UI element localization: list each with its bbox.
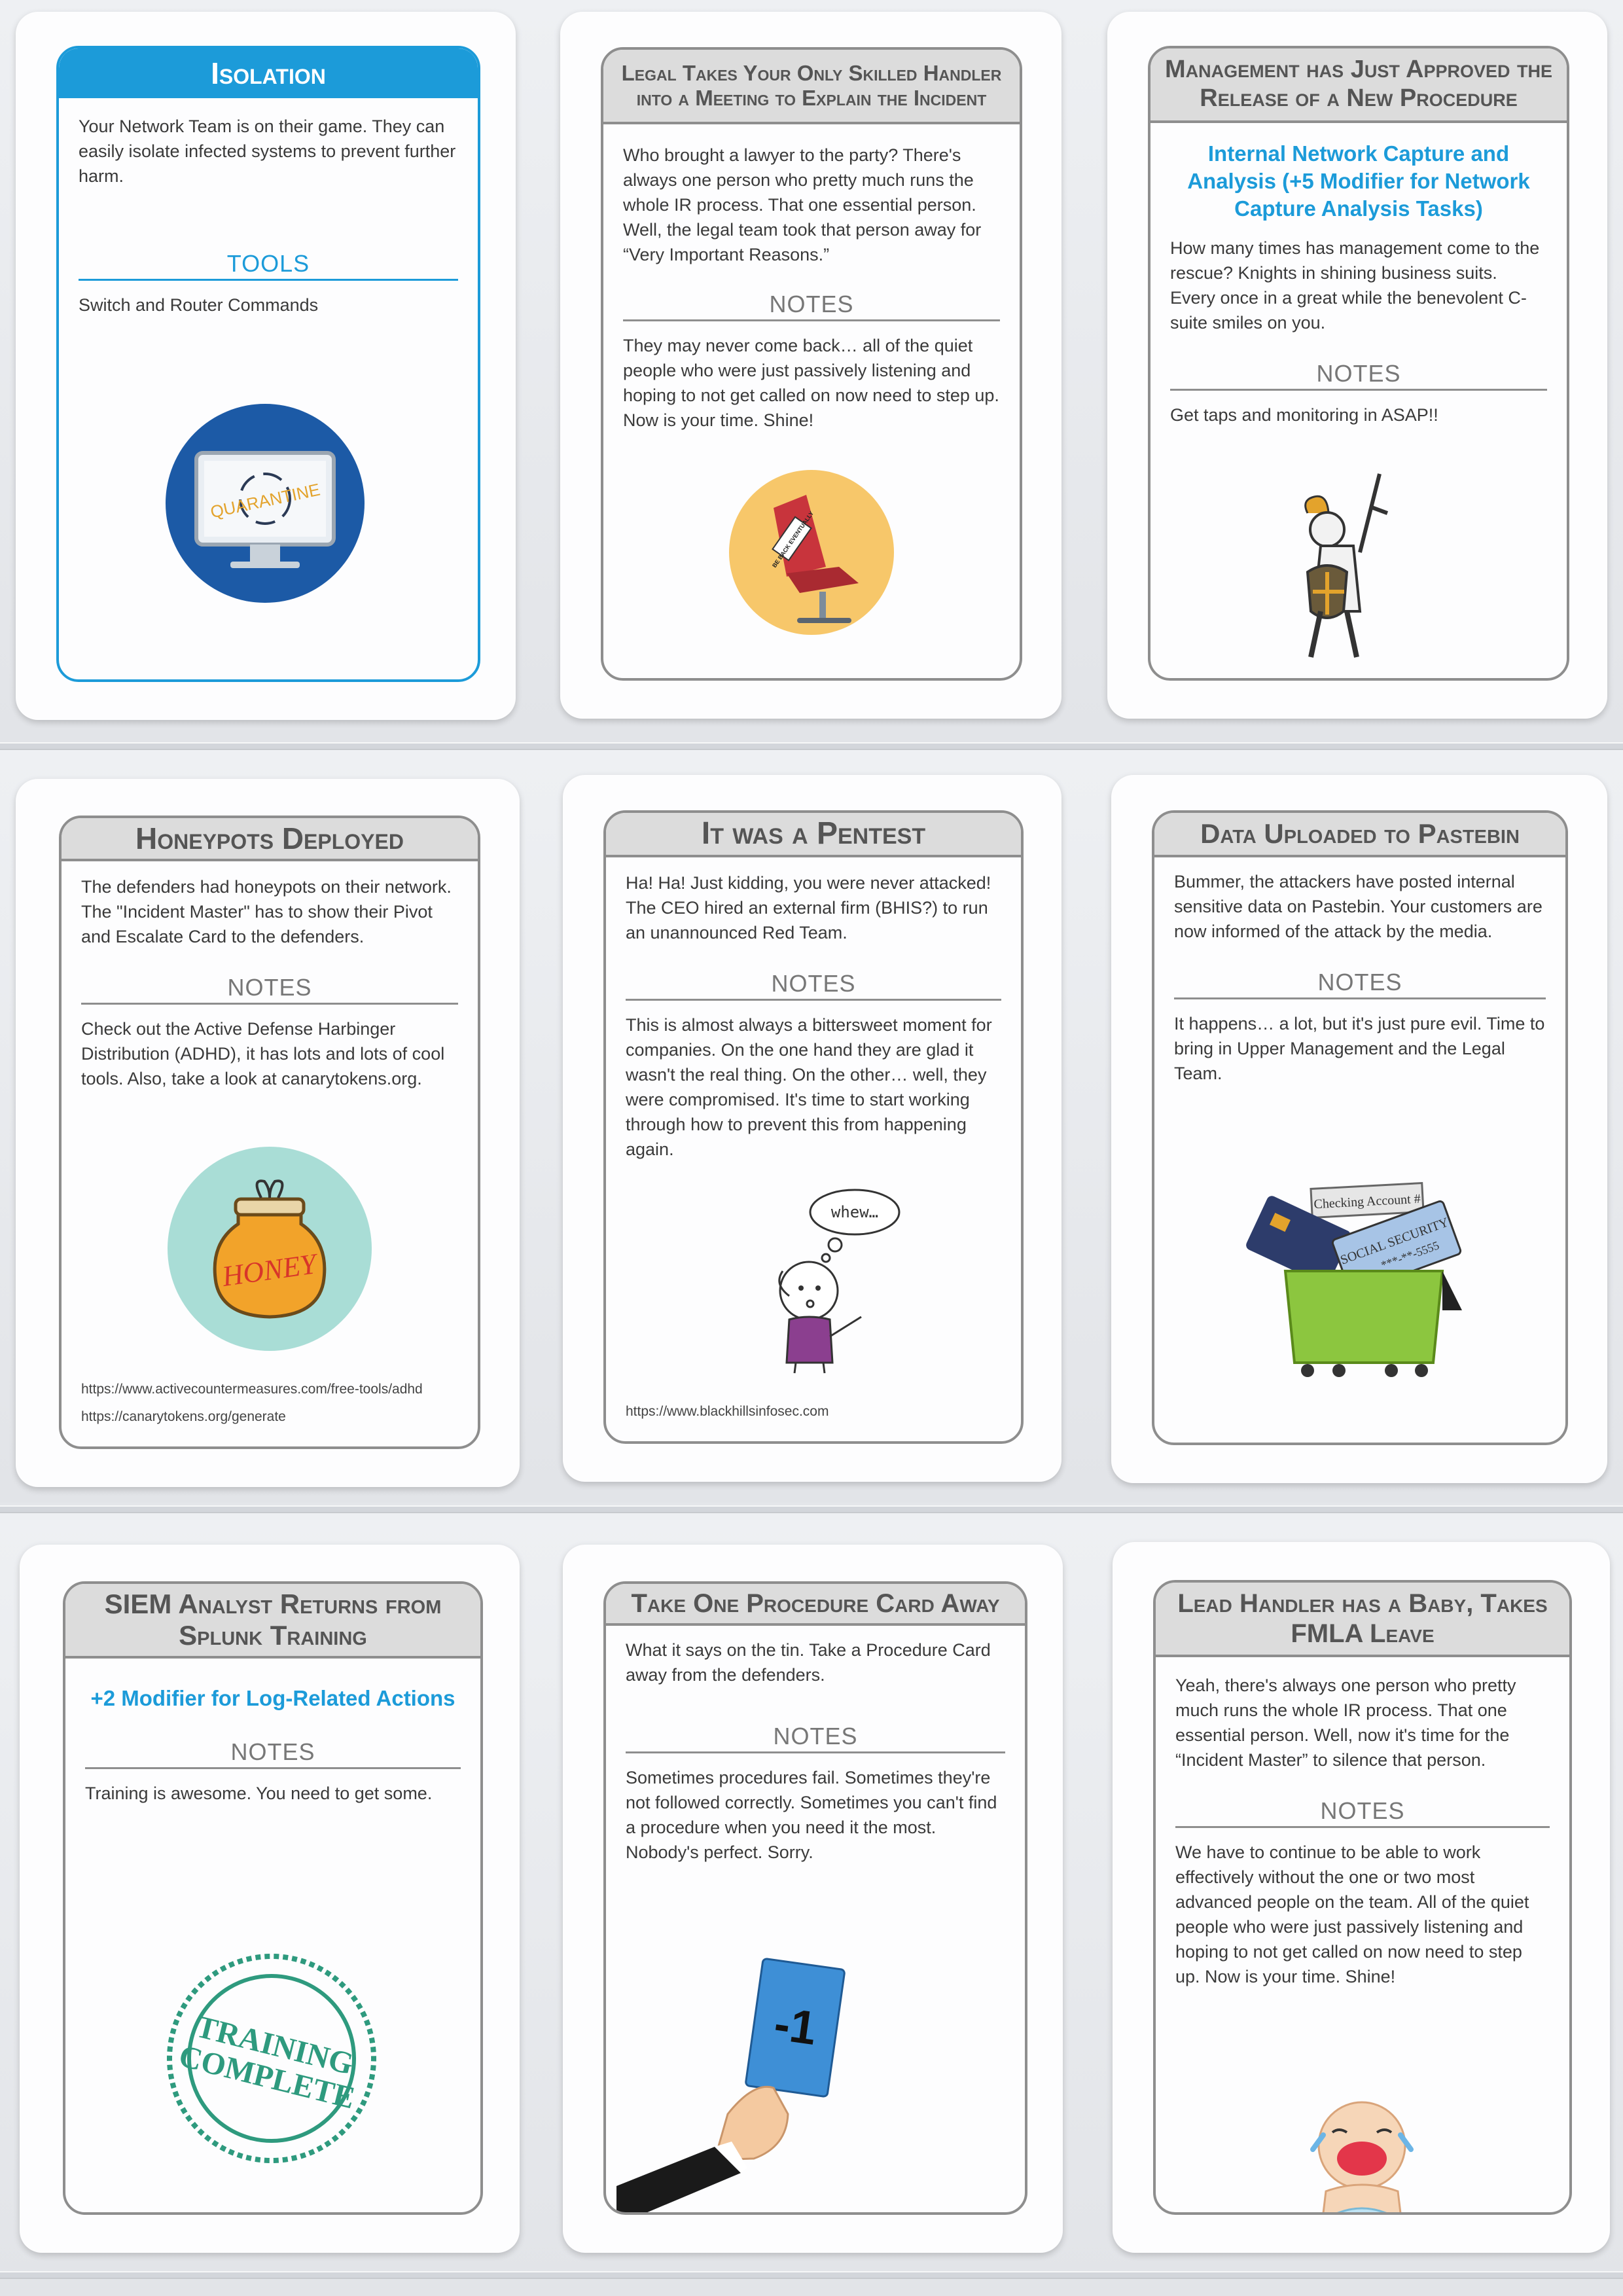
card-frame: It was a Pentest Ha! Ha! Just kidding, y…	[603, 810, 1024, 1444]
knight-icon	[1304, 473, 1389, 658]
card-description: Yeah, there's always one person who pret…	[1175, 1676, 1516, 1770]
notes-heading: NOTES	[1174, 970, 1546, 999]
card-body: What it says on the tin. Take a Procedur…	[606, 1626, 1025, 1865]
link-adhd[interactable]: https://www.activecountermeasures.com/fr…	[81, 1376, 423, 1403]
notes-heading: NOTES	[85, 1740, 461, 1769]
relieved-person-icon: whew…	[778, 1189, 901, 1374]
card-body: Ha! Ha! Just kidding, you were never att…	[606, 857, 1021, 1162]
card-lead-handler[interactable]: Lead Handler has a Baby, Takes FMLA Leav…	[1113, 1542, 1610, 2253]
card-body: +2 Modifier for Log-Related Actions NOTE…	[65, 1685, 480, 1806]
thought-bubble-text: whew…	[831, 1203, 878, 1221]
card-title: Legal Takes Your Only Skilled Handler in…	[603, 50, 1020, 124]
quarantine-monitor-icon: QUARANTINE	[166, 404, 365, 603]
notes-heading: NOTES	[1170, 361, 1547, 391]
card-description: Ha! Ha! Just kidding, you were never att…	[626, 873, 991, 942]
modifier-text: Internal Network Capture and Analysis (+…	[1187, 141, 1530, 221]
card-links: https://www.activecountermeasures.com/fr…	[81, 1376, 423, 1431]
card-title: SIEM Analyst Returns from Splunk Trainin…	[65, 1584, 480, 1659]
crying-baby-icon	[1310, 2101, 1414, 2212]
card-frame: Management has Just Approved the Release…	[1148, 46, 1569, 681]
card-take-one[interactable]: Take One Procedure Card Away What it say…	[563, 1545, 1063, 2253]
link-canarytokens[interactable]: https://canarytokens.org/generate	[81, 1403, 423, 1431]
card-title: It was a Pentest	[606, 813, 1021, 857]
card-title: Management has Just Approved the Release…	[1150, 48, 1567, 123]
card-title: Data Uploaded to Pastebin	[1154, 813, 1565, 857]
card-title: Isolation	[59, 48, 478, 98]
modifier-text: +2 Modifier for Log-Related Actions	[90, 1686, 455, 1710]
sleeve-divider-1	[0, 742, 1623, 750]
card-body: The defenders had honeypots on their net…	[62, 861, 478, 1091]
card-body: Bummer, the attackers have posted intern…	[1154, 857, 1565, 1086]
card-description: Who brought a lawyer to the party? There…	[623, 145, 982, 264]
card-description: What it says on the tin. Take a Procedur…	[626, 1640, 991, 1685]
card-description: How many times has management come to th…	[1170, 238, 1540, 332]
card-isolation[interactable]: Isolation Your Network Team is on their …	[16, 12, 516, 720]
tools-text: Switch and Router Commands	[79, 295, 319, 315]
sleeve-divider-2	[0, 1505, 1623, 1513]
card-legal[interactable]: Legal Takes Your Only Skilled Handler in…	[560, 12, 1061, 719]
tools-heading: TOOLS	[79, 251, 458, 281]
card-links: https://www.blackhillsinfosec.com	[626, 1398, 829, 1426]
notes-text: Sometimes procedures fail. Sometimes the…	[626, 1768, 997, 1862]
card-management[interactable]: Management has Just Approved the Release…	[1107, 12, 1607, 719]
notes-text: They may never come back… all of the qui…	[623, 336, 999, 430]
card-body: Your Network Team is on their game. They…	[59, 98, 478, 317]
card-body: Who brought a lawyer to the party? There…	[603, 124, 1020, 433]
notes-text: We have to continue to be able to work e…	[1175, 1842, 1529, 1986]
card-title: Honeypots Deployed	[62, 818, 478, 861]
card-frame: SIEM Analyst Returns from Splunk Trainin…	[63, 1581, 483, 2215]
card-title: Take One Procedure Card Away	[606, 1584, 1025, 1626]
card-description: The defenders had honeypots on their net…	[81, 877, 452, 946]
honey-jar-icon: HONEY	[168, 1147, 372, 1351]
empty-chair-icon: BE BACK EVENTUALLY	[729, 470, 894, 635]
card-pentest[interactable]: It was a Pentest Ha! Ha! Just kidding, y…	[563, 775, 1061, 1482]
card-description: Bummer, the attackers have posted intern…	[1174, 872, 1543, 941]
hand-holding-card-icon: -1	[616, 1958, 846, 2212]
training-complete-stamp-icon: TRAINING COMPLETE	[167, 1954, 376, 2163]
sleeve-divider-3	[0, 2271, 1623, 2279]
link-blackhills[interactable]: https://www.blackhillsinfosec.com	[626, 1398, 829, 1426]
card-body: Yeah, there's always one person who pret…	[1156, 1657, 1569, 1989]
notes-text: Get taps and monitoring in ASAP!!	[1170, 405, 1438, 425]
notes-text: It happens… a lot, but it's just pure ev…	[1174, 1014, 1545, 1083]
dumpster-icon: Checking Account # SOCIAL SECURITY ***-*…	[1246, 1182, 1462, 1377]
notes-text: This is almost always a bittersweet mome…	[626, 1015, 992, 1159]
notes-text: Training is awesome. You need to get som…	[85, 1784, 433, 1803]
card-title: Lead Handler has a Baby, Takes FMLA Leav…	[1156, 1583, 1569, 1657]
notes-text: Check out the Active Defense Harbinger D…	[81, 1019, 445, 1088]
card-frame: Take One Procedure Card Away What it say…	[603, 1581, 1027, 2215]
card-frame: Isolation Your Network Team is on their …	[56, 46, 480, 682]
card-body: Internal Network Capture and Analysis (+…	[1150, 140, 1567, 427]
card-frame: Lead Handler has a Baby, Takes FMLA Leav…	[1153, 1580, 1572, 2215]
notes-heading: NOTES	[81, 975, 458, 1005]
minus-one-label: -1	[771, 1998, 820, 2055]
notes-heading: NOTES	[626, 971, 1001, 1001]
card-description: Your Network Team is on their game. They…	[79, 117, 456, 186]
notes-heading: NOTES	[1175, 1799, 1550, 1828]
card-siem[interactable]: SIEM Analyst Returns from Splunk Trainin…	[20, 1545, 520, 2253]
card-frame: Data Uploaded to Pastebin Bummer, the at…	[1152, 810, 1568, 1445]
card-frame: Legal Takes Your Only Skilled Handler in…	[601, 47, 1022, 681]
notes-heading: NOTES	[626, 1724, 1005, 1753]
card-pastebin[interactable]: Data Uploaded to Pastebin Bummer, the at…	[1111, 775, 1607, 1483]
notes-heading: NOTES	[623, 292, 1000, 321]
card-honeypots[interactable]: Honeypots Deployed The defenders had hon…	[16, 779, 520, 1487]
card-frame: Honeypots Deployed The defenders had hon…	[59, 816, 480, 1449]
